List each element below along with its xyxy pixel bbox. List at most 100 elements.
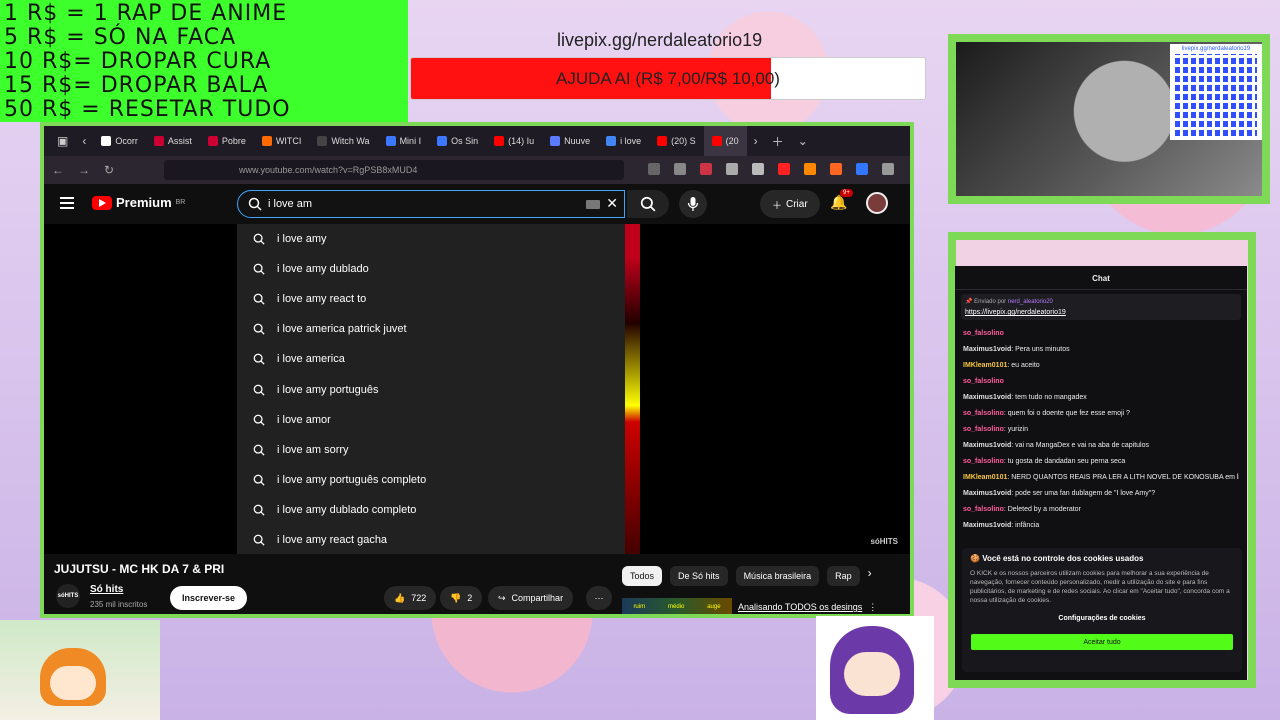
tab-overview-icon[interactable]: ▣ [50, 134, 75, 148]
extension-icon[interactable] [804, 163, 816, 175]
extension-icon[interactable] [726, 163, 738, 175]
search-input[interactable] [268, 198, 568, 210]
tab-label: (20) S [671, 136, 696, 146]
search-suggestion[interactable]: i love amy react gacha [237, 525, 625, 555]
hamburger-icon[interactable] [60, 197, 74, 209]
channel-name[interactable]: Só hits [90, 584, 123, 595]
search-suggestion[interactable]: i love amy dublado [237, 254, 625, 284]
search-icon [253, 293, 265, 305]
browser-tab[interactable]: (20) S [649, 126, 704, 156]
donation-line: 10 R$= DROPAR CURA [4, 49, 272, 74]
like-button[interactable]: 👍 722 [384, 586, 437, 610]
chat-username[interactable]: so_falsolino [963, 426, 1004, 433]
chat-username[interactable]: IMKleam0101 [963, 362, 1007, 369]
chat-text: : Deleted by a moderator [1003, 506, 1081, 513]
recommended-video[interactable]: ruim médio auge Analisando TODOS os desi… [622, 598, 910, 614]
channel-avatar[interactable]: sóHITS [56, 584, 80, 608]
tab-scroll-left-icon[interactable]: ‹ [75, 134, 93, 148]
chat-username[interactable]: Maximus1void [963, 490, 1011, 497]
pinned-link[interactable]: https://livepix.gg/nerdaleatorio19 [965, 309, 1237, 316]
extension-icon[interactable] [648, 163, 660, 175]
forward-icon[interactable]: → [78, 163, 90, 177]
tab-label: (20 [725, 136, 739, 146]
clear-search-icon[interactable]: ✕ [606, 195, 618, 212]
search-suggestion[interactable]: i love amor [237, 405, 625, 435]
tab-favicon-icon [437, 136, 448, 146]
browser-tab[interactable]: Pobre [200, 126, 254, 156]
extension-icon[interactable] [752, 163, 764, 175]
browser-tab[interactable]: Assist [146, 126, 200, 156]
search-suggestion[interactable]: i love amy [237, 224, 625, 254]
subscribe-button[interactable]: Inscrever-se [170, 586, 248, 610]
search-suggestion[interactable]: i love amy português completo [237, 465, 625, 495]
suggestion-text: i love america patrick juvet [277, 323, 407, 336]
subscriber-count: 235 mil inscritos [90, 600, 148, 609]
browser-tab[interactable]: i love [598, 126, 649, 156]
chip-rap[interactable]: Rap [827, 566, 860, 586]
accept-all-button[interactable]: Aceitar tudo [971, 634, 1233, 650]
back-icon[interactable]: ← [52, 163, 64, 177]
new-tab-icon[interactable]: ＋ [765, 133, 791, 150]
video-info: JUJUTSU - MC HK DA 7 & PRI sóHITS Só hit… [44, 554, 910, 614]
search-suggestion[interactable]: i love america [237, 344, 625, 374]
chat-username[interactable]: Maximus1void [963, 394, 1011, 401]
search-button[interactable] [627, 190, 669, 218]
search-suggestion[interactable]: i love america patrick juvet [237, 314, 625, 344]
tab-scroll-right-icon[interactable]: › [747, 134, 765, 148]
dislike-button[interactable]: 👎 2 [440, 586, 483, 610]
chat-username[interactable]: IMKleam0101 [963, 474, 1007, 481]
umaru-sticker [40, 648, 106, 706]
reload-icon[interactable]: ↻ [104, 163, 114, 177]
search-icon [253, 233, 265, 245]
search-suggestion[interactable]: i love amy dublado completo [237, 495, 625, 525]
extension-icon[interactable] [778, 163, 790, 175]
account-avatar[interactable] [866, 192, 888, 214]
browser-tab[interactable]: (20 [703, 126, 747, 156]
chat-username[interactable]: so_falsolino [963, 330, 1004, 337]
chat-username[interactable]: Maximus1void [963, 346, 1011, 353]
pinned-message[interactable]: 📌 Enviado por nerd_aleatorio20 https://l… [961, 294, 1241, 320]
chat-username[interactable]: so_falsolino [963, 378, 1004, 385]
keyboard-icon[interactable] [586, 200, 600, 209]
more-vert-icon[interactable]: ⋮ [868, 602, 877, 613]
chip-channel[interactable]: De Só hits [670, 566, 728, 586]
browser-tab[interactable]: Ocorr [93, 126, 146, 156]
browser-tab[interactable]: (14) Iu [486, 126, 542, 156]
search-suggestion[interactable]: i love amy português [237, 374, 625, 404]
extension-icon[interactable] [830, 163, 842, 175]
more-actions-button[interactable]: ⋯ [586, 586, 612, 610]
extension-icon[interactable] [700, 163, 712, 175]
search-suggestion[interactable]: i love am sorry [237, 435, 625, 465]
chevron-right-icon[interactable]: › [868, 566, 872, 586]
youtube-logo[interactable]: Premium BR [92, 195, 185, 210]
chat-message: so_falsolino: yurizin [963, 422, 1239, 438]
chat-username[interactable]: so_falsolino [963, 410, 1004, 417]
chat-username[interactable]: so_falsolino [963, 458, 1004, 465]
chip-all[interactable]: Todos [622, 566, 663, 586]
chat-username[interactable]: Maximus1void [963, 522, 1011, 529]
chat-username[interactable]: Maximus1void [963, 442, 1011, 449]
extension-icon[interactable] [856, 163, 868, 175]
chat-message: so_falsolino: Deleted by a moderator [963, 502, 1239, 518]
voice-search-button[interactable] [679, 190, 707, 218]
chibi-eating-sticker [830, 626, 914, 714]
menu-icon[interactable] [882, 163, 894, 175]
create-button[interactable]: ＋ Criar [760, 190, 820, 218]
tab-favicon-icon [550, 136, 561, 146]
browser-tab[interactable]: Mini I [378, 126, 430, 156]
extension-icon[interactable] [674, 163, 686, 175]
notifications-button[interactable]: 🔔 9+ [830, 189, 853, 211]
cookie-settings-link[interactable]: Configurações de cookies [970, 615, 1234, 622]
chat-username[interactable]: so_falsolino [963, 506, 1004, 513]
address-bar[interactable]: www.youtube.com/watch?v=RgPSB8xMUD4 [164, 160, 624, 180]
tab-list-icon[interactable]: ⌄ [791, 134, 815, 148]
browser-tab[interactable]: WITCI [254, 126, 310, 156]
browser-tab[interactable]: Witch Wa [309, 126, 377, 156]
chip-brazilian-music[interactable]: Música brasileira [735, 566, 820, 586]
notification-badge: 9+ [840, 189, 853, 197]
search-suggestion[interactable]: i love amy react to [237, 284, 625, 314]
browser-tab[interactable]: Os Sin [429, 126, 486, 156]
chat-message: so_falsolino [963, 374, 1239, 390]
share-button[interactable]: ↪ Compartilhar [488, 586, 574, 610]
browser-tab[interactable]: Nuuve [542, 126, 598, 156]
